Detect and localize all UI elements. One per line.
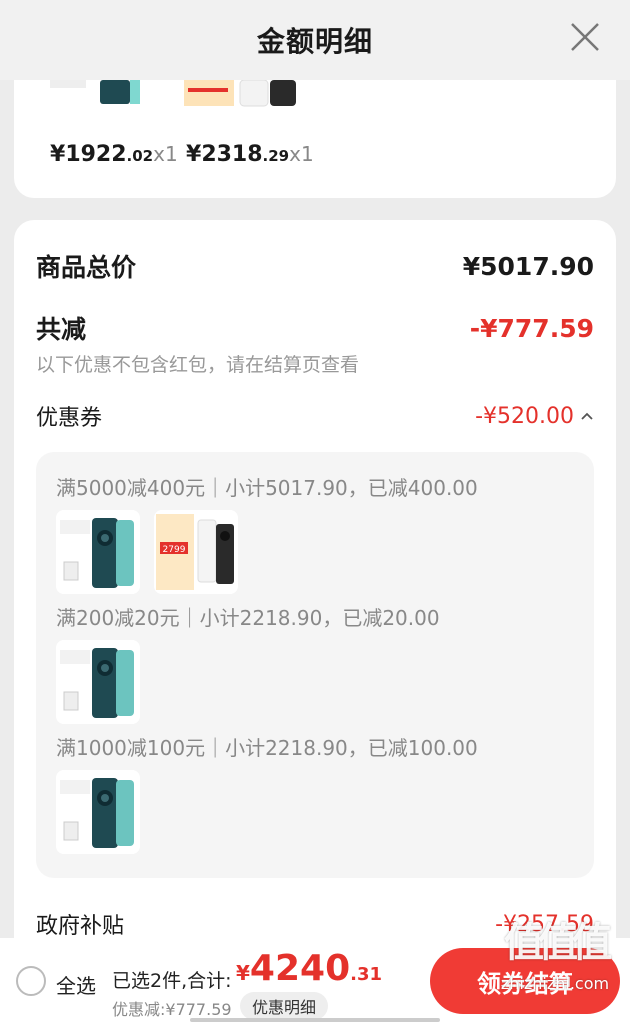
checkout-button[interactable]: 领券结算 — [430, 948, 620, 1014]
gov-subsidy-row: 政府补贴 -¥257.59 — [36, 908, 594, 940]
checkout-bar: 全选 已选2件,合计: ¥4240.31 优惠减:¥777.59 优惠明细 领券… — [0, 938, 630, 1024]
item-price: ¥1922.02x1 — [50, 142, 178, 167]
chevron-up-icon — [581, 412, 593, 420]
selected-items-card: ¥1922.02x1 ¥2318.29x1 — [14, 80, 616, 198]
coupon-value[interactable]: -¥520.00 — [475, 404, 594, 429]
coupon-details: 满5000减400元｜小计5017.90，已减400.00 2799 满200减… — [36, 452, 594, 878]
svg-text:2799: 2799 — [163, 545, 186, 555]
product-image[interactable]: 2799 — [154, 510, 238, 594]
product-image[interactable] — [56, 770, 140, 854]
total-price-label: 商品总价 — [36, 253, 137, 282]
product-thumbnail[interactable] — [184, 80, 304, 108]
coupon-rule: 满5000减400元｜小计5017.90，已减400.00 — [56, 476, 478, 500]
coupon-rule: 满200减20元｜小计2218.90，已减20.00 — [56, 606, 440, 630]
total-price-value: ¥5017.90 — [462, 251, 594, 281]
total-amount: ¥4240.31 — [236, 948, 383, 989]
gov-subsidy-label: 政府补贴 — [36, 914, 125, 939]
gov-subsidy-value: -¥257.59 — [495, 911, 594, 937]
total-reduce-row: 共减 -¥777.59 — [36, 310, 594, 346]
select-all-label[interactable]: 全选 — [56, 970, 96, 999]
header-bar: 金额明细 — [0, 0, 630, 80]
discount-note: 以下优惠不包含红包，请在结算页查看 — [36, 354, 360, 376]
close-icon — [571, 23, 599, 51]
total-reduce-value: -¥777.59 — [469, 313, 594, 343]
amount-detail-card: 商品总价 ¥5017.90 共减 -¥777.59 以下优惠不包含红包，请在结算… — [14, 220, 616, 980]
product-thumbnail[interactable] — [50, 80, 150, 108]
total-reduce-label: 共减 — [36, 315, 87, 344]
product-image[interactable] — [56, 510, 140, 594]
discount-amount: 优惠减:¥777.59 — [112, 1000, 232, 1019]
home-indicator — [190, 1018, 440, 1022]
select-all-radio[interactable] — [16, 966, 46, 996]
page-title: 金额明细 — [256, 25, 373, 58]
coupon-rule: 满1000减100元｜小计2218.90，已减100.00 — [56, 736, 478, 760]
coupon-row[interactable]: 优惠券 -¥520.00 — [36, 400, 594, 432]
item-price: ¥2318.29x1 — [186, 142, 314, 167]
product-image[interactable] — [56, 640, 140, 724]
close-button[interactable] — [568, 20, 602, 54]
selected-count: 已选2件,合计: — [112, 970, 232, 992]
coupon-label: 优惠券 — [36, 406, 103, 431]
total-price-row: 商品总价 ¥5017.90 — [36, 248, 594, 284]
discount-detail-button[interactable]: 优惠明细 — [240, 992, 329, 1020]
